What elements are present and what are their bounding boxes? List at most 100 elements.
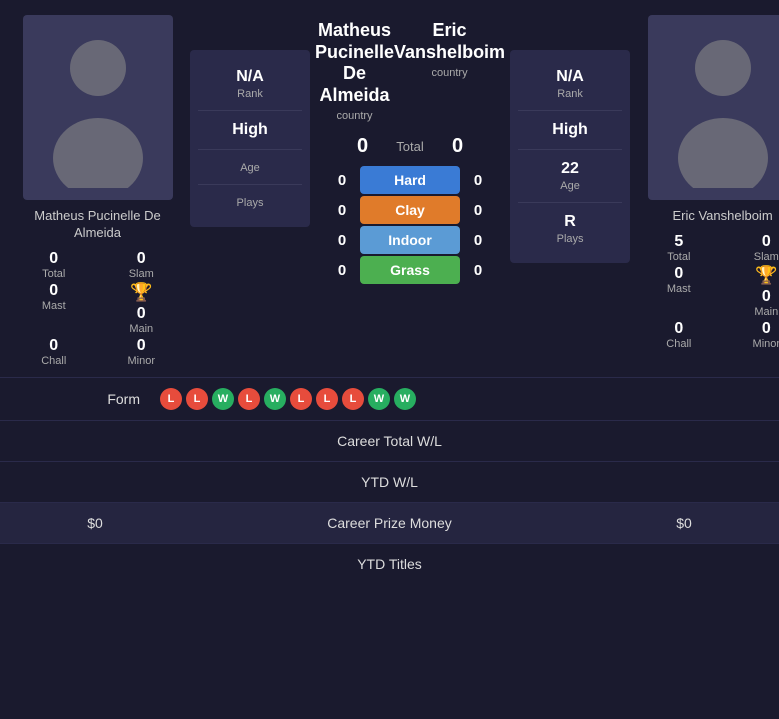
- form-badge-w: W: [368, 388, 390, 410]
- left-chall-stat: 0 Chall: [15, 337, 93, 367]
- left-mast-value: 0: [49, 282, 58, 300]
- center-content: Matheus PucinelleDe Almeida country Eric…: [315, 15, 505, 284]
- right-trophy-icon: 🏆: [755, 265, 777, 286]
- left-plays-stat: Plays: [198, 185, 302, 219]
- career-prize-right: $0: [609, 515, 759, 531]
- right-age-value: 22: [518, 160, 622, 178]
- career-prize-left: $0: [20, 515, 170, 531]
- right-plays-value: R: [518, 213, 622, 231]
- left-minor-label: Minor: [127, 355, 155, 367]
- right-slam-stat: 0 Slam: [728, 233, 779, 263]
- left-plays-label: Plays: [198, 197, 302, 209]
- right-chall-stat: 0 Chall: [640, 320, 718, 350]
- left-trophy-icon: 🏆: [130, 282, 152, 303]
- grass-score-left: 0: [332, 262, 352, 279]
- left-minor-stat: 0 Minor: [103, 337, 181, 367]
- indoor-score-left: 0: [332, 232, 352, 249]
- right-total-label: Total: [667, 251, 690, 263]
- bottom-section: Form LLWLWLLLWW Career Total W/L YTD W/L…: [0, 377, 779, 584]
- right-age-label: Age: [518, 180, 622, 192]
- right-slam-value: 0: [762, 233, 771, 251]
- left-total-value: 0: [49, 250, 58, 268]
- grass-btn[interactable]: Grass: [360, 256, 460, 284]
- left-player-avatar: [23, 15, 173, 200]
- right-stats-panel: N/A Rank High 22 Age R Plays: [510, 50, 630, 263]
- indoor-row: 0 Indoor 0: [332, 226, 488, 254]
- form-badge-w: W: [212, 388, 234, 410]
- left-slam-value: 0: [137, 250, 146, 268]
- left-slam-stat: 0 Slam: [103, 250, 181, 280]
- players-section: Matheus Pucinelle De Almeida 0 Total 0 S…: [0, 0, 779, 377]
- right-slam-label: Slam: [754, 251, 779, 263]
- form-badge-l: L: [342, 388, 364, 410]
- right-age-stat: 22 Age: [518, 150, 622, 203]
- right-player-name: Eric Vanshelboim: [672, 208, 772, 225]
- form-badge-l: L: [316, 388, 338, 410]
- surface-rows: 0 Hard 0 0 Clay 0 0 Indoor 0: [332, 166, 488, 284]
- hard-row: 0 Hard 0: [332, 166, 488, 194]
- left-player-name: Matheus Pucinelle De Almeida: [10, 208, 185, 242]
- main-container: Matheus Pucinelle De Almeida 0 Total 0 S…: [0, 0, 779, 584]
- form-badge-w: W: [264, 388, 286, 410]
- right-chall-label: Chall: [666, 338, 691, 350]
- form-section: Form LLWLWLLLWW: [0, 377, 779, 420]
- hard-btn[interactable]: Hard: [360, 166, 460, 194]
- right-main-label: Main: [754, 306, 778, 318]
- hard-score-left: 0: [332, 172, 352, 189]
- career-total-row: Career Total W/L: [0, 420, 779, 461]
- right-trophy-icon-cell: 🏆 0 Main: [728, 265, 779, 318]
- right-mast-label: Mast: [667, 283, 691, 295]
- form-badge-w: W: [394, 388, 416, 410]
- form-label: Form: [20, 391, 140, 407]
- left-age-label: Age: [198, 162, 302, 174]
- left-country: country: [315, 110, 394, 122]
- left-trophy-icon-cell: 🏆 0 Main: [103, 282, 181, 335]
- ytd-titles-label: YTD Titles: [170, 556, 609, 572]
- clay-score-left: 0: [332, 202, 352, 219]
- right-minor-stat: 0 Minor: [728, 320, 779, 350]
- left-minor-value: 0: [137, 337, 146, 355]
- left-high-value: High: [198, 121, 302, 139]
- left-player-stats: 0 Total 0 Slam 0 Mast 🏆 0 Main 0: [10, 250, 185, 367]
- indoor-score-right: 0: [468, 232, 488, 249]
- right-mast-value: 0: [674, 265, 683, 283]
- indoor-btn[interactable]: Indoor: [360, 226, 460, 254]
- right-player-stats-grid: 5 Total 0 Slam 0 Mast 🏆 0 Main 0: [635, 233, 779, 350]
- right-player-header: Eric Vanshelboim country: [394, 20, 505, 122]
- right-minor-label: Minor: [753, 338, 779, 350]
- right-rank-label: Rank: [518, 88, 622, 100]
- ytd-titles-row: YTD Titles: [0, 543, 779, 584]
- right-rank-value: N/A: [518, 68, 622, 86]
- clay-btn[interactable]: Clay: [360, 196, 460, 224]
- left-mast-label: Mast: [42, 300, 66, 312]
- right-high-value: High: [518, 121, 622, 139]
- career-prize-label: Career Prize Money: [170, 515, 609, 531]
- left-total-stat: 0 Total: [15, 250, 93, 280]
- right-total-stat: 5 Total: [640, 233, 718, 263]
- left-chall-value: 0: [49, 337, 58, 355]
- left-main-value: 0: [137, 305, 146, 323]
- right-mast-stat: 0 Mast: [640, 265, 718, 318]
- grass-score-right: 0: [468, 262, 488, 279]
- total-score-left: 0: [350, 135, 375, 158]
- right-minor-value: 0: [762, 320, 771, 338]
- left-total-label: Total: [42, 268, 65, 280]
- mid-content: N/A Rank High Age Plays: [190, 15, 630, 367]
- left-player-header: Matheus PucinelleDe Almeida country: [315, 20, 394, 122]
- career-prize-row: $0 Career Prize Money $0: [0, 502, 779, 543]
- clay-row: 0 Clay 0: [332, 196, 488, 224]
- ytd-wl-row: YTD W/L: [0, 461, 779, 502]
- left-main-label: Main: [129, 323, 153, 335]
- left-chall-label: Chall: [41, 355, 66, 367]
- left-player-title: Matheus PucinelleDe Almeida: [315, 20, 394, 106]
- right-chall-value: 0: [674, 320, 683, 338]
- left-rank-label: Rank: [198, 88, 302, 100]
- right-rank-stat: N/A Rank: [518, 58, 622, 111]
- grass-row: 0 Grass 0: [332, 256, 488, 284]
- left-stats-panel: N/A Rank High Age Plays: [190, 50, 310, 227]
- right-player-title: Eric Vanshelboim: [394, 20, 505, 63]
- left-rank-stat: N/A Rank: [198, 58, 302, 111]
- right-main-value: 0: [762, 288, 771, 306]
- form-badge-l: L: [238, 388, 260, 410]
- right-plays-label: Plays: [518, 233, 622, 245]
